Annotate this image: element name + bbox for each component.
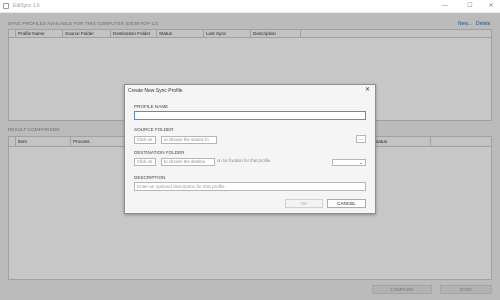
app-icon <box>3 3 9 9</box>
destination-folder-field[interactable]: to choose the destina <box>161 158 215 166</box>
destination-folder-label: DESTINATION FOLDER <box>134 150 185 155</box>
source-click-hint[interactable]: Click on <box>134 136 156 144</box>
source-browse-button[interactable]: ... <box>356 135 366 143</box>
cancel-button[interactable]: CANCEL <box>327 199 366 208</box>
title-bar: EdiSync 1.6 — ☐ ✕ <box>0 0 500 13</box>
maximize-icon[interactable]: ☐ <box>465 2 475 11</box>
dialog-title: Create New Sync Profile <box>128 88 183 94</box>
close-icon[interactable]: ✕ <box>486 2 496 11</box>
description-input[interactable] <box>134 182 366 191</box>
source-folder-label: SOURCE FOLDER <box>134 127 174 132</box>
profile-name-input[interactable] <box>134 111 366 120</box>
description-label: DESCRIPTION <box>134 175 166 180</box>
create-profile-dialog: Create New Sync Profile ✕ PROFILE NAME S… <box>124 84 376 214</box>
destination-click-hint[interactable]: Click on <box>134 158 156 166</box>
minimize-icon[interactable]: — <box>440 2 450 11</box>
destination-dropdown[interactable]: ⌄ <box>332 159 366 166</box>
destination-overflow-hint: on for fixation for that profile <box>217 158 271 163</box>
window-title: EdiSync 1.6 <box>13 3 40 9</box>
dialog-close-icon[interactable]: ✕ <box>365 86 370 93</box>
source-folder-field[interactable]: to choose the source fo <box>161 136 217 144</box>
chevron-down-icon: ⌄ <box>358 160 363 166</box>
ok-button[interactable]: OK <box>285 199 323 208</box>
profile-name-label: PROFILE NAME <box>134 104 169 109</box>
